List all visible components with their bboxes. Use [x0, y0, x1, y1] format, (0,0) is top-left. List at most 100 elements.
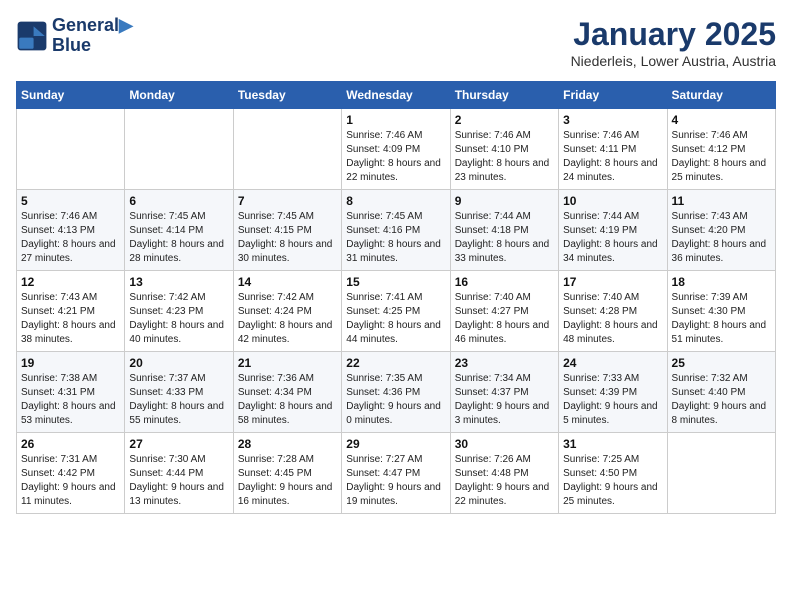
day-info: Sunrise: 7:45 AM Sunset: 4:15 PM Dayligh…: [238, 210, 337, 266]
day-number: 9: [455, 194, 554, 208]
column-header-saturday: Saturday: [667, 82, 775, 109]
week-row-3: 12Sunrise: 7:43 AM Sunset: 4:21 PM Dayli…: [17, 271, 776, 352]
day-info: Sunrise: 7:38 AM Sunset: 4:31 PM Dayligh…: [21, 372, 120, 428]
day-number: 5: [21, 194, 120, 208]
day-cell: 10 Sunrise: 7:44 AM Sunset: 4:19 PM Dayli…: [559, 190, 667, 271]
logo: General▶ Blue: [16, 16, 133, 56]
day-cell: 30 Sunrise: 7:26 AM Sunset: 4:48 PM Dayli…: [450, 433, 558, 514]
day-number: 4: [672, 113, 771, 127]
day-cell: 6 Sunrise: 7:45 AM Sunset: 4:14 PM Daylig…: [125, 190, 233, 271]
day-number: 28: [238, 437, 337, 451]
day-info: Sunrise: 7:31 AM Sunset: 4:42 PM Dayligh…: [21, 453, 120, 509]
day-info: Sunrise: 7:33 AM Sunset: 4:39 PM Dayligh…: [563, 372, 662, 428]
day-info: Sunrise: 7:42 AM Sunset: 4:23 PM Dayligh…: [129, 291, 228, 347]
column-header-thursday: Thursday: [450, 82, 558, 109]
day-cell: 21 Sunrise: 7:36 AM Sunset: 4:34 PM Dayli…: [233, 352, 341, 433]
day-number: 6: [129, 194, 228, 208]
day-info: Sunrise: 7:25 AM Sunset: 4:50 PM Dayligh…: [563, 453, 662, 509]
day-number: 31: [563, 437, 662, 451]
day-number: 1: [346, 113, 445, 127]
logo-icon: [16, 20, 48, 52]
day-number: 15: [346, 275, 445, 289]
title-area: January 2025 Niederleis, Lower Austria, …: [571, 16, 776, 69]
day-info: Sunrise: 7:43 AM Sunset: 4:20 PM Dayligh…: [672, 210, 771, 266]
day-cell: 2Sunrise: 7:46 AM Sunset: 4:10 PM Daylig…: [450, 109, 558, 190]
day-number: 23: [455, 356, 554, 370]
column-header-wednesday: Wednesday: [342, 82, 450, 109]
day-info: Sunrise: 7:46 AM Sunset: 4:12 PM Dayligh…: [672, 129, 771, 185]
day-cell: 5 Sunrise: 7:46 AM Sunset: 4:13 PM Daylig…: [17, 190, 125, 271]
day-info: Sunrise: 7:46 AM Sunset: 4:13 PM Dayligh…: [21, 210, 120, 266]
day-cell: 12Sunrise: 7:43 AM Sunset: 4:21 PM Dayli…: [17, 271, 125, 352]
day-cell: 23Sunrise: 7:34 AM Sunset: 4:37 PM Dayli…: [450, 352, 558, 433]
day-info: Sunrise: 7:44 AM Sunset: 4:18 PM Dayligh…: [455, 210, 554, 266]
day-info: Sunrise: 7:45 AM Sunset: 4:14 PM Dayligh…: [129, 210, 228, 266]
day-number: 24: [563, 356, 662, 370]
day-number: 29: [346, 437, 445, 451]
day-number: 30: [455, 437, 554, 451]
day-cell: 15 Sunrise: 7:41 AM Sunset: 4:25 PM Dayli…: [342, 271, 450, 352]
day-cell: 16Sunrise: 7:40 AM Sunset: 4:27 PM Dayli…: [450, 271, 558, 352]
day-number: 10: [563, 194, 662, 208]
day-cell: 31 Sunrise: 7:25 AM Sunset: 4:50 PM Dayli…: [559, 433, 667, 514]
day-info: Sunrise: 7:27 AM Sunset: 4:47 PM Dayligh…: [346, 453, 445, 509]
day-cell: 27 Sunrise: 7:30 AM Sunset: 4:44 PM Dayli…: [125, 433, 233, 514]
calendar-title: January 2025: [571, 16, 776, 53]
column-header-monday: Monday: [125, 82, 233, 109]
day-info: Sunrise: 7:26 AM Sunset: 4:48 PM Dayligh…: [455, 453, 554, 509]
day-number: 21: [238, 356, 337, 370]
day-cell: [667, 433, 775, 514]
day-number: 3: [563, 113, 662, 127]
day-cell: 19 Sunrise: 7:38 AM Sunset: 4:31 PM Dayli…: [17, 352, 125, 433]
day-cell: 29 Sunrise: 7:27 AM Sunset: 4:47 PM Dayli…: [342, 433, 450, 514]
day-number: 27: [129, 437, 228, 451]
day-info: Sunrise: 7:45 AM Sunset: 4:16 PM Dayligh…: [346, 210, 445, 266]
day-cell: [233, 109, 341, 190]
day-info: Sunrise: 7:40 AM Sunset: 4:28 PM Dayligh…: [563, 291, 662, 347]
week-row-1: 1 Sunrise: 7:46 AM Sunset: 4:09 PM Daylig…: [17, 109, 776, 190]
day-cell: 24 Sunrise: 7:33 AM Sunset: 4:39 PM Dayli…: [559, 352, 667, 433]
day-cell: 14Sunrise: 7:42 AM Sunset: 4:24 PM Dayli…: [233, 271, 341, 352]
day-cell: [17, 109, 125, 190]
day-cell: 3 Sunrise: 7:46 AM Sunset: 4:11 PM Daylig…: [559, 109, 667, 190]
day-info: Sunrise: 7:46 AM Sunset: 4:09 PM Dayligh…: [346, 129, 445, 185]
day-cell: 13 Sunrise: 7:42 AM Sunset: 4:23 PM Dayli…: [125, 271, 233, 352]
day-number: 22: [346, 356, 445, 370]
day-number: 13: [129, 275, 228, 289]
calendar-subtitle: Niederleis, Lower Austria, Austria: [571, 53, 776, 69]
day-info: Sunrise: 7:39 AM Sunset: 4:30 PM Dayligh…: [672, 291, 771, 347]
column-header-tuesday: Tuesday: [233, 82, 341, 109]
day-number: 26: [21, 437, 120, 451]
day-info: Sunrise: 7:44 AM Sunset: 4:19 PM Dayligh…: [563, 210, 662, 266]
day-cell: 25Sunrise: 7:32 AM Sunset: 4:40 PM Dayli…: [667, 352, 775, 433]
day-cell: 7 Sunrise: 7:45 AM Sunset: 4:15 PM Daylig…: [233, 190, 341, 271]
column-header-sunday: Sunday: [17, 82, 125, 109]
day-cell: 11Sunrise: 7:43 AM Sunset: 4:20 PM Dayli…: [667, 190, 775, 271]
day-info: Sunrise: 7:46 AM Sunset: 4:11 PM Dayligh…: [563, 129, 662, 185]
day-info: Sunrise: 7:30 AM Sunset: 4:44 PM Dayligh…: [129, 453, 228, 509]
day-info: Sunrise: 7:35 AM Sunset: 4:36 PM Dayligh…: [346, 372, 445, 428]
day-info: Sunrise: 7:37 AM Sunset: 4:33 PM Dayligh…: [129, 372, 228, 428]
day-cell: 22 Sunrise: 7:35 AM Sunset: 4:36 PM Dayli…: [342, 352, 450, 433]
header: General▶ Blue January 2025 Niederleis, L…: [16, 16, 776, 69]
day-cell: 17 Sunrise: 7:40 AM Sunset: 4:28 PM Dayli…: [559, 271, 667, 352]
day-cell: [125, 109, 233, 190]
day-number: 17: [563, 275, 662, 289]
day-number: 8: [346, 194, 445, 208]
week-row-2: 5 Sunrise: 7:46 AM Sunset: 4:13 PM Daylig…: [17, 190, 776, 271]
day-cell: 1 Sunrise: 7:46 AM Sunset: 4:09 PM Daylig…: [342, 109, 450, 190]
day-number: 20: [129, 356, 228, 370]
day-info: Sunrise: 7:40 AM Sunset: 4:27 PM Dayligh…: [455, 291, 554, 347]
day-number: 19: [21, 356, 120, 370]
day-number: 14: [238, 275, 337, 289]
week-row-4: 19 Sunrise: 7:38 AM Sunset: 4:31 PM Dayli…: [17, 352, 776, 433]
day-cell: 9 Sunrise: 7:44 AM Sunset: 4:18 PM Daylig…: [450, 190, 558, 271]
day-number: 18: [672, 275, 771, 289]
day-info: Sunrise: 7:41 AM Sunset: 4:25 PM Dayligh…: [346, 291, 445, 347]
day-number: 7: [238, 194, 337, 208]
day-cell: 8 Sunrise: 7:45 AM Sunset: 4:16 PM Daylig…: [342, 190, 450, 271]
day-info: Sunrise: 7:28 AM Sunset: 4:45 PM Dayligh…: [238, 453, 337, 509]
calendar-header-row: SundayMondayTuesdayWednesdayThursdayFrid…: [17, 82, 776, 109]
day-info: Sunrise: 7:36 AM Sunset: 4:34 PM Dayligh…: [238, 372, 337, 428]
day-number: 2: [455, 113, 554, 127]
